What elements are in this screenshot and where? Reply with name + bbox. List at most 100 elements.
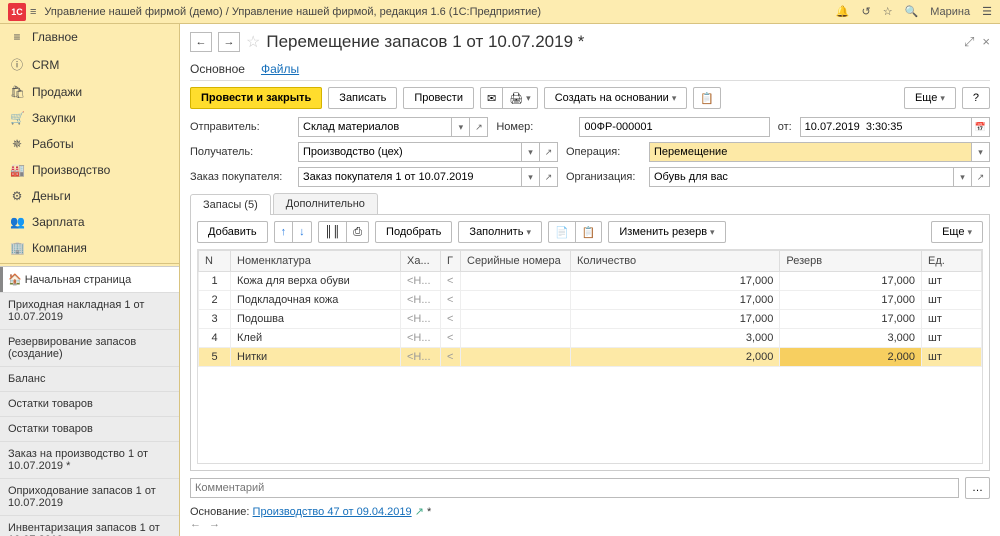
comment-input[interactable] [190,478,959,498]
col-unit[interactable]: Ед. [922,251,982,272]
move-down-icon[interactable]: ↓ [293,221,312,243]
history-icon[interactable]: ↺ [861,5,870,18]
nav-item[interactable]: 🏭Производство [0,157,179,183]
tab-files[interactable]: Файлы [261,58,299,80]
favorite-icon[interactable]: ☆ [246,32,260,52]
nav-item[interactable]: ⚙Деньги [0,183,179,209]
open-icon[interactable]: ↗ [540,142,558,162]
table-row[interactable]: 1 Кожа для верха обуви <Н... < 17,000 17… [199,272,982,291]
col-char[interactable]: Ха... [401,251,441,272]
fill-button[interactable]: Заполнить [458,221,542,243]
tab-main[interactable]: Основное [190,58,245,80]
calendar-icon[interactable]: 📅 [972,117,990,137]
print-icon[interactable]: 🖨 [503,87,538,109]
recent-item[interactable]: Инвентаризация запасов 1 от 10.07.2019 [0,516,179,536]
user-name[interactable]: Марина [930,6,970,18]
copy-icon[interactable]: 📄 [548,221,576,243]
number-field[interactable] [579,117,769,137]
stock-grid[interactable]: N Номенклатура Ха... Г Серийные номера К… [197,249,983,464]
col-n[interactable]: N [199,251,231,272]
paste-icon[interactable]: 📋 [576,221,603,243]
nav-item[interactable]: 🏢Компания [0,235,179,261]
col-reserve[interactable]: Резерв [780,251,922,272]
open-icon[interactable]: ↗ [540,167,558,187]
recent-item[interactable]: Резервирование запасов (создание) [0,330,179,367]
move-up-icon[interactable]: ↑ [274,221,294,243]
nav-item[interactable]: ⓘ CRM [0,50,179,79]
sender-field[interactable] [298,117,452,137]
recent-item[interactable]: Оприходование запасов 1 от 10.07.2019 [0,479,179,516]
receiver-field[interactable] [298,142,522,162]
nav-label: CRM [32,58,59,72]
prev-icon[interactable]: ← [190,518,201,530]
order-field[interactable] [298,167,522,187]
number-label: Номер: [496,121,571,133]
col-nomenclature[interactable]: Номенклатура [231,251,401,272]
search-icon[interactable]: 🔍 [905,5,919,18]
dropdown-icon[interactable]: ▾ [452,117,470,137]
recent-item[interactable]: Баланс [0,367,179,392]
recent-item[interactable]: Заказ на производство 1 от 10.07.2019 * [0,442,179,479]
table-row[interactable]: 5 Нитки <Н... < 2,000 2,000 шт [199,348,982,367]
scanner-icon[interactable]: ⎙ [347,221,369,243]
settings-icon[interactable]: ☰ [982,5,992,18]
create-on-basis-button[interactable]: Создать на основании [544,87,688,109]
table-more-button[interactable]: Еще [931,221,983,243]
nav-item[interactable]: 🛒Закупки [0,105,179,131]
save-button[interactable]: Записать [328,87,397,109]
post-button[interactable]: Провести [403,87,474,109]
menu-icon[interactable]: ≡ [30,6,36,18]
sender-label: Отправитель: [190,121,290,133]
recent-item[interactable]: Приходная накладная 1 от 10.07.2019 [0,293,179,330]
link-icon[interactable]: ⤢ [964,34,974,50]
more-button[interactable]: Еще [904,87,956,109]
help-button[interactable]: ? [962,87,990,109]
nav-item[interactable]: ≡Главное [0,24,179,50]
nav-label: Продажи [32,85,82,99]
col-serial[interactable]: Серийные номера [461,251,571,272]
open-icon[interactable]: ↗ [470,117,488,137]
back-button[interactable]: ← [190,32,212,52]
bell-icon[interactable]: 🔔 [836,5,850,18]
comment-expand-icon[interactable]: … [965,477,990,499]
basis-open-icon[interactable]: ↗ [415,506,424,518]
col-qty[interactable]: Количество [571,251,780,272]
dropdown-icon[interactable]: ▾ [522,167,540,187]
table-row[interactable]: 2 Подкладочная кожа <Н... < 17,000 17,00… [199,291,982,310]
change-reserve-button[interactable]: Изменить резерв [608,221,725,243]
dropdown-icon[interactable]: ▾ [522,142,540,162]
basis-link[interactable]: Производство 47 от 09.04.2019 [253,506,412,518]
post-close-button[interactable]: Провести и закрыть [190,87,322,109]
dropdown-icon[interactable]: ▾ [954,167,972,187]
recent-item[interactable]: Остатки товаров [0,417,179,442]
table-row[interactable]: 3 Подошва <Н... < 17,000 17,000 шт [199,310,982,329]
nav-icon: ⓘ [10,56,24,73]
close-icon[interactable]: × [982,34,990,50]
recent-item[interactable]: 🏠 Начальная страница [0,267,179,293]
nav-icon: 🏭 [10,163,24,177]
org-field[interactable] [649,167,954,187]
doc-title: Перемещение запасов 1 от 10.07.2019 * [266,32,584,52]
subtab-stock[interactable]: Запасы (5) [190,194,271,215]
nav-item[interactable]: 👥Зарплата [0,209,179,235]
table-row[interactable]: 4 Клей <Н... < 3,000 3,000 шт [199,329,982,348]
nav-item[interactable]: ✵Работы [0,131,179,157]
recent-item[interactable]: Остатки товаров [0,392,179,417]
dropdown-icon[interactable]: ▾ [972,142,990,162]
open-icon[interactable]: ↗ [972,167,990,187]
next-icon[interactable]: → [209,518,220,530]
barcode-icon[interactable]: ║║ [318,221,348,243]
col-g[interactable]: Г [441,251,461,272]
add-button[interactable]: Добавить [197,221,268,243]
star-icon[interactable]: ☆ [883,5,893,18]
pick-button[interactable]: Подобрать [375,221,452,243]
subtab-more[interactable]: Дополнительно [273,193,378,214]
operation-field[interactable] [649,142,972,162]
date-field[interactable] [800,117,972,137]
forward-button[interactable]: → [218,32,240,52]
email-icon[interactable]: ✉ [480,87,503,109]
report-icon[interactable]: 📋 [693,87,721,109]
nav-item[interactable]: 🛍Продажи [0,79,179,105]
basis-label: Основание: [190,506,249,518]
nav-label: Компания [32,241,87,255]
